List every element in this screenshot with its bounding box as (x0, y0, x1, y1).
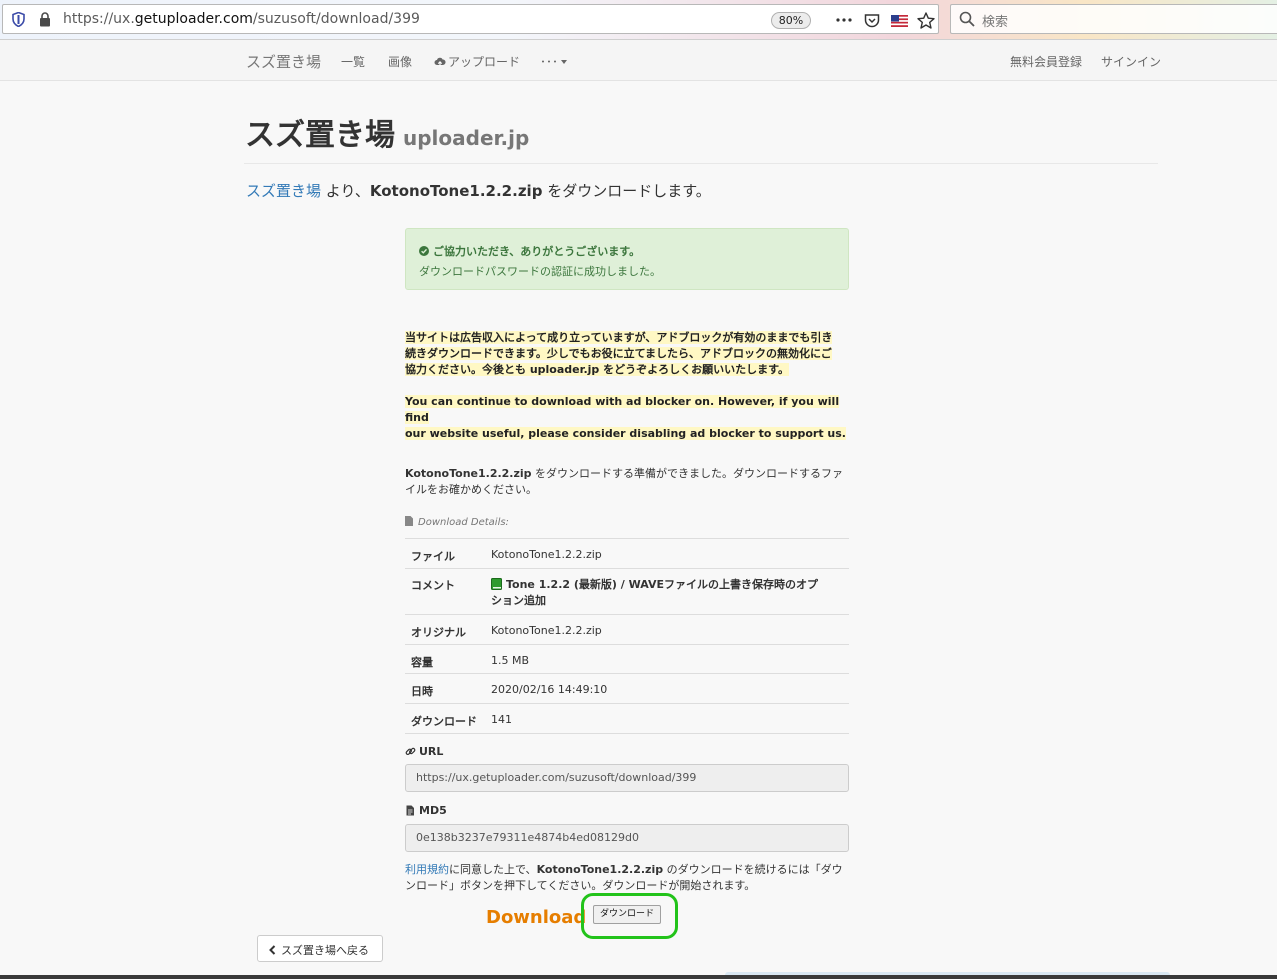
address-bar[interactable]: https://ux.getuploader.com/suzusoft/down… (2, 4, 939, 34)
file-icon (405, 516, 413, 526)
details-table: ファイル KotonoTone1.2.2.zip コメント Tone 1.2.2 (… (405, 538, 849, 734)
terms-link[interactable]: 利用規約 (405, 863, 449, 876)
cloud-upload-icon (434, 57, 446, 67)
bookmark-star-icon[interactable] (917, 12, 935, 29)
lead-text: スズ置き場 より、KotonoTone1.2.2.zip をダウンロードします。 (246, 182, 711, 200)
check-circle-icon (419, 246, 429, 256)
back-button[interactable]: スズ置き場へ戻る (257, 935, 383, 962)
search-bar[interactable]: 検索 (950, 4, 1277, 34)
row-value: 141 (485, 703, 849, 734)
table-row: 容量 1.5 MB (405, 644, 849, 674)
terms-text: 利用規約に同意した上で、KotonoTone1.2.2.zip のダウンロードを… (405, 863, 843, 892)
row-key: ファイル (405, 538, 485, 569)
document-icon (406, 805, 414, 816)
us-flag-icon[interactable] (891, 15, 908, 27)
lock-icon[interactable] (39, 12, 51, 27)
chevron-left-icon (269, 945, 276, 955)
nav-item-signin[interactable]: サインイン (1101, 53, 1161, 70)
alert-title: ご協力いただき、ありがとうございます。 (419, 243, 640, 259)
page-subtitle: uploader.jp (403, 126, 530, 150)
row-key: コメント (405, 568, 485, 615)
row-value: KotonoTone1.2.2.zip (485, 538, 849, 569)
row-value: Tone 1.2.2 (最新版) / WAVEファイルの上書き保存時のオプ ション… (485, 568, 849, 615)
nav-item-more[interactable]: ･･･ (540, 53, 568, 70)
title-divider (244, 163, 1158, 164)
more-actions-icon[interactable] (835, 14, 853, 26)
table-row: オリジナル KotonoTone1.2.2.zip (405, 614, 849, 645)
alert-message: ダウンロードパスワードの認証に成功しました。 (419, 265, 661, 278)
row-value: 1.5 MB (485, 644, 849, 674)
owner-link[interactable]: スズ置き場 (246, 182, 321, 200)
download-heading: Download (486, 907, 587, 928)
md5-field[interactable]: 0e138b3237e79311e4874b4ed08129d0 (405, 824, 849, 852)
details-caption: Download Details: (405, 516, 509, 528)
zoom-level-badge[interactable]: 80% (771, 12, 811, 29)
row-key: 容量 (405, 644, 485, 674)
success-alert: ご協力いただき、ありがとうございます。 ダウンロードパスワードの認証に成功しまし… (405, 228, 849, 290)
download-url-field[interactable]: https://ux.getuploader.com/suzusoft/down… (405, 764, 849, 792)
table-row: コメント Tone 1.2.2 (最新版) / WAVEファイルの上書き保存時のオ… (405, 568, 849, 615)
url-label: URL (405, 745, 443, 758)
nav-item-upload[interactable]: アップロード (434, 53, 520, 70)
download-button[interactable]: ダウンロード (593, 905, 661, 924)
browser-toolbar: https://ux.getuploader.com/suzusoft/down… (0, 0, 1277, 40)
table-row: ファイル KotonoTone1.2.2.zip (405, 538, 849, 569)
table-row: 日時 2020/02/16 14:49:10 (405, 673, 849, 704)
ready-text: KotonoTone1.2.2.zip をダウンロードする準備ができました。ダウ… (405, 467, 844, 496)
link-icon (405, 747, 416, 755)
adblock-note-en: You can continue to download with ad blo… (405, 395, 846, 440)
page-title: スズ置き場 uploader.jp (245, 118, 530, 153)
caret-down-icon (561, 60, 568, 64)
search-icon (959, 11, 975, 27)
nav-item-images[interactable]: 画像 (388, 53, 412, 70)
row-key: オリジナル (405, 614, 485, 645)
site-navbar: スズ置き場 一覧 画像 アップロード ･･･ 無料会員登録 サインイン (0, 40, 1277, 81)
row-key: ダウンロード (405, 703, 485, 734)
url-text[interactable]: https://ux.getuploader.com/suzusoft/down… (63, 11, 420, 27)
search-placeholder: 検索 (982, 15, 1009, 30)
pocket-icon[interactable] (864, 13, 880, 28)
md5-label: MD5 (405, 804, 447, 817)
nav-item-list[interactable]: 一覧 (341, 53, 365, 70)
green-book-icon (491, 578, 502, 590)
nav-item-register[interactable]: 無料会員登録 (1010, 53, 1082, 70)
tracking-shield-icon[interactable] (12, 12, 25, 27)
nav-brand[interactable]: スズ置き場 (246, 51, 321, 72)
lead-filename: KotonoTone1.2.2.zip (369, 182, 543, 200)
adblock-note-jp: 当サイトは広告収入によって成り立っていますが、アドブロックが有効のままでも引き続… (405, 331, 833, 376)
row-value: 2020/02/16 14:49:10 (485, 673, 849, 704)
row-key: 日時 (405, 673, 485, 704)
row-value: KotonoTone1.2.2.zip (485, 614, 849, 645)
taskbar-edge (0, 975, 1277, 979)
table-row: ダウンロード 141 (405, 703, 849, 734)
